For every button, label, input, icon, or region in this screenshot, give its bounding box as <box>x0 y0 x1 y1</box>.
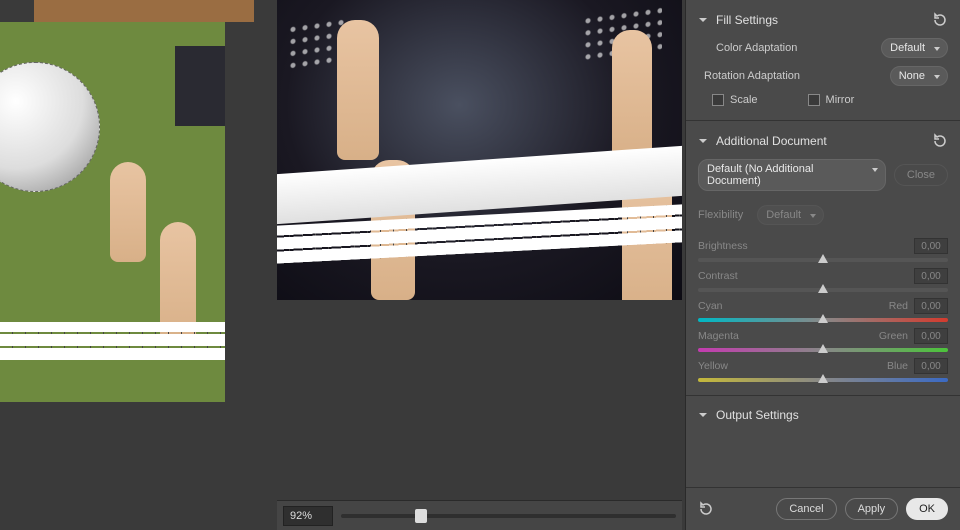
slider-thumb <box>818 344 828 353</box>
zoom-bar: 92% <box>277 500 682 530</box>
contrast-slider <box>698 288 948 292</box>
ok-button[interactable]: OK <box>906 498 948 520</box>
additional-document-title: Additional Document <box>716 134 924 148</box>
cyan-red-value[interactable]: 0,00 <box>914 298 948 314</box>
cyan-red-slider <box>698 318 948 322</box>
cancel-button[interactable]: Cancel <box>776 498 836 520</box>
reset-all-icon[interactable] <box>698 501 714 517</box>
chevron-down-icon[interactable] <box>698 410 708 420</box>
reset-icon[interactable] <box>932 133 948 149</box>
blue-label: Blue <box>887 360 908 372</box>
chevron-down-icon <box>933 72 941 84</box>
rotation-adaptation-dropdown[interactable]: None <box>890 66 948 86</box>
flexibility-dropdown: Default <box>757 205 824 225</box>
chevron-down-icon[interactable] <box>698 15 708 25</box>
contrast-slider-block: Contrast 0,00 <box>698 265 948 295</box>
zoom-value-field[interactable]: 92% <box>283 506 333 526</box>
chevron-down-icon <box>871 165 879 177</box>
magenta-green-slider <box>698 348 948 352</box>
contrast-value[interactable]: 0,00 <box>914 268 948 284</box>
brightness-slider <box>698 258 948 262</box>
color-adaptation-dropdown[interactable]: Default <box>881 38 948 58</box>
cyan-label: Cyan <box>698 300 723 312</box>
slider-thumb <box>818 284 828 293</box>
magenta-label: Magenta <box>698 330 739 342</box>
rotation-adaptation-label: Rotation Adaptation <box>704 70 800 82</box>
green-label: Green <box>879 330 908 342</box>
preview-canvas[interactable] <box>277 0 682 300</box>
scale-checkbox[interactable]: Scale <box>712 94 758 106</box>
red-label: Red <box>889 300 908 312</box>
slider-thumb <box>818 374 828 383</box>
color-adaptation-label: Color Adaptation <box>716 42 797 54</box>
fill-settings-title: Fill Settings <box>716 13 924 27</box>
zoom-slider-thumb[interactable] <box>415 509 427 523</box>
yellow-blue-value[interactable]: 0,00 <box>914 358 948 374</box>
chevron-down-icon <box>809 211 817 223</box>
canvas-area: 92% <box>0 0 685 530</box>
contrast-label: Contrast <box>698 270 738 282</box>
brightness-value[interactable]: 0,00 <box>914 238 948 254</box>
zoom-slider[interactable] <box>341 514 676 518</box>
yellow-blue-slider <box>698 378 948 382</box>
chevron-down-icon <box>933 44 941 56</box>
additional-document-dropdown[interactable]: Default (No Additional Document) <box>698 159 886 191</box>
yellow-blue-slider-block: Yellow Blue 0,00 <box>698 355 948 385</box>
output-settings-title: Output Settings <box>716 408 948 422</box>
brightness-slider-block: Brightness 0,00 <box>698 235 948 265</box>
apply-button[interactable]: Apply <box>845 498 899 520</box>
scale-label: Scale <box>730 94 758 106</box>
brightness-label: Brightness <box>698 240 748 252</box>
settings-panel: Fill Settings Color Adaptation Default R… <box>685 0 960 530</box>
fill-settings-section: Fill Settings Color Adaptation Default R… <box>686 0 960 121</box>
mirror-checkbox[interactable]: Mirror <box>808 94 855 106</box>
source-thumbnail[interactable] <box>0 22 225 402</box>
panel-footer: Cancel Apply OK <box>686 487 960 530</box>
flexibility-label: Flexibility <box>698 209 743 221</box>
close-button[interactable]: Close <box>894 164 948 186</box>
magenta-green-value[interactable]: 0,00 <box>914 328 948 344</box>
slider-thumb <box>818 314 828 323</box>
mirror-label: Mirror <box>826 94 855 106</box>
additional-document-section: Additional Document Default (No Addition… <box>686 121 960 396</box>
output-settings-section: Output Settings <box>686 396 960 432</box>
reset-icon[interactable] <box>932 12 948 28</box>
cyan-red-slider-block: Cyan Red 0,00 <box>698 295 948 325</box>
slider-thumb <box>818 254 828 263</box>
document-tab[interactable] <box>34 0 254 22</box>
magenta-green-slider-block: Magenta Green 0,00 <box>698 325 948 355</box>
yellow-label: Yellow <box>698 360 728 372</box>
chevron-down-icon[interactable] <box>698 136 708 146</box>
